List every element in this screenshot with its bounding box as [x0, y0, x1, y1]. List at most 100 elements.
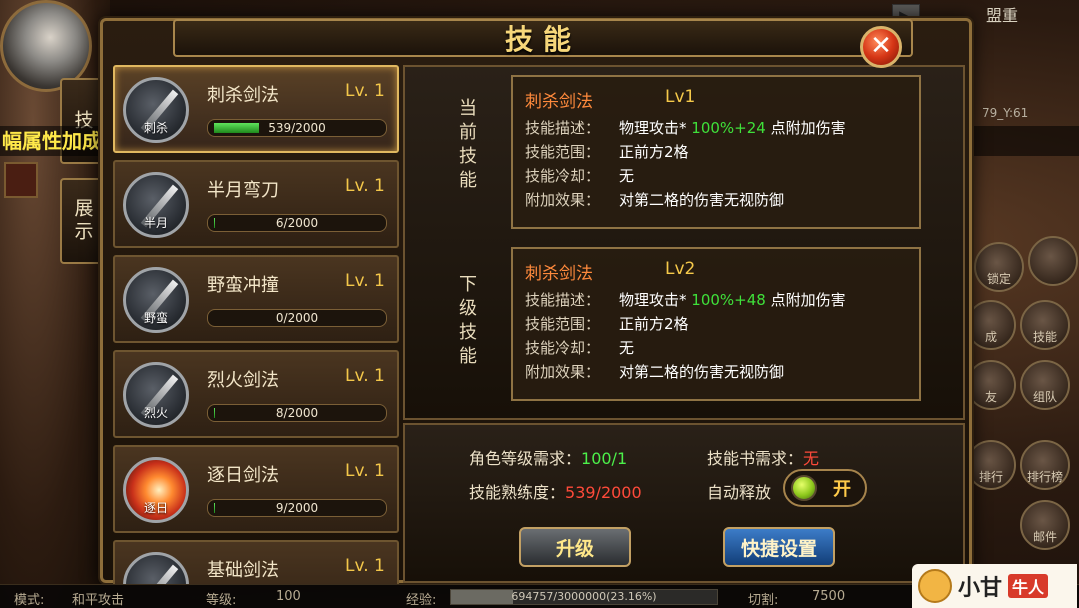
- mastery: 技能熟练度：539/2000: [469, 479, 642, 503]
- buff-icon[interactable]: [4, 162, 38, 198]
- current-skill-level: Lv1: [665, 87, 696, 107]
- skill-progress-bar: 8/2000: [207, 404, 387, 422]
- skill-list-item[interactable]: 半月 半月弯刀 Lv. 1 6/2000: [113, 160, 399, 248]
- team-button[interactable]: 组队: [1020, 360, 1070, 410]
- skill-progress-text: 9/2000: [275, 501, 319, 515]
- title-bar: 技能: [173, 19, 913, 57]
- auto-cast-label: 自动释放: [707, 483, 772, 502]
- status-level-value: 100: [276, 589, 301, 604]
- mode-label: 模式:: [14, 593, 45, 608]
- watermark-brand: 小甘: [958, 576, 1003, 601]
- mail-label: 邮件: [1032, 530, 1057, 544]
- next-skill-level: Lv2: [665, 259, 696, 279]
- mode-value: 和平攻击: [72, 593, 125, 608]
- compass-icon[interactable]: [1028, 236, 1078, 286]
- level-requirement-value: 100/1: [581, 449, 628, 468]
- skill-progress-text: 6/2000: [275, 216, 319, 230]
- current-effect-key: 附加效果：: [525, 191, 601, 209]
- skill-level: Lv. 1: [345, 366, 385, 386]
- map-name: 盟重: [986, 6, 1019, 25]
- skill-list-item[interactable]: 刺杀 刺杀剑法 Lv. 1 539/2000: [113, 65, 399, 153]
- skill-list-item[interactable]: 基础剑法 Lv. 1: [113, 540, 399, 585]
- status-level-label: 等级:: [206, 593, 237, 608]
- upgrade-button[interactable]: 升级: [519, 527, 631, 567]
- skill-level: Lv. 1: [345, 556, 385, 576]
- auto-cast-toggle[interactable]: 开: [783, 469, 867, 507]
- next-effect-key: 附加效果：: [525, 363, 601, 381]
- friends-button[interactable]: 友: [966, 360, 1016, 410]
- level-requirement: 角色等级需求：100/1: [469, 445, 627, 469]
- current-range-key: 技能范围：: [525, 143, 601, 161]
- next-skill-name: 刺杀剑法: [525, 264, 593, 284]
- sword-icon: 半月: [123, 172, 189, 238]
- shortcut-settings-button[interactable]: 快捷设置: [723, 527, 835, 567]
- next-skill-info: 刺杀剑法 Lv2 技能描述： 物理攻击* 100%+48 点附加伤害 技能范围：…: [511, 247, 921, 401]
- skill-icon-caption: 野蛮: [143, 311, 168, 325]
- skill-icon-caption: 烈火: [143, 406, 168, 420]
- watermark-tag: 牛人: [1008, 574, 1049, 598]
- next-desc-post: 点附加伤害: [770, 291, 846, 309]
- mastery-label: 技能熟练度：: [469, 483, 566, 502]
- current-desc-bonus: 100%+24: [691, 119, 766, 137]
- skill-icon-caption: 半月: [143, 216, 168, 230]
- rank-label: 排行: [978, 470, 1003, 484]
- skill-name: 逐日剑法: [207, 465, 279, 486]
- skill-icon-caption: 逐日: [143, 501, 168, 515]
- close-button[interactable]: ✕: [860, 26, 902, 68]
- skill-progress-bar: 539/2000: [207, 119, 387, 137]
- next-cooldown-value: 无: [619, 339, 635, 357]
- skill-name: 烈火剑法: [207, 370, 279, 391]
- window-title: 技能: [504, 23, 581, 56]
- current-effect-value: 对第二格的伤害无视防御: [619, 191, 785, 209]
- skill-progress-text: 539/2000: [268, 121, 326, 135]
- achievement-label: 成: [984, 330, 997, 344]
- next-desc-value: 物理攻击* 100%+48 点附加伤害: [619, 288, 846, 312]
- current-cooldown-key: 技能冷却：: [525, 167, 601, 185]
- sword-icon: [123, 552, 189, 585]
- skill-list-item[interactable]: 逐日 逐日剑法 Lv. 1 9/2000: [113, 445, 399, 533]
- skill-list[interactable]: 刺杀 刺杀剑法 Lv. 1 539/2000 半月 半月弯刀 Lv. 1 6/2000 野蛮 野蛮…: [113, 65, 399, 585]
- next-desc-bonus: 100%+48: [691, 291, 766, 309]
- leaderboard-button[interactable]: 排行榜: [1020, 440, 1070, 490]
- cow-logo-icon: [918, 569, 952, 603]
- exp-text: 694757/3000000(23.16%): [511, 590, 657, 603]
- charge-icon: 野蛮: [123, 267, 189, 333]
- level-requirement-label: 角色等级需求：: [469, 449, 582, 468]
- next-range-value: 正前方2格: [619, 315, 689, 333]
- current-desc-post: 点附加伤害: [770, 119, 846, 137]
- current-range-value: 正前方2格: [619, 143, 689, 161]
- skill-button[interactable]: 技能: [1020, 300, 1070, 350]
- achievement-button[interactable]: 成: [966, 300, 1016, 350]
- next-cooldown-key: 技能冷却：: [525, 339, 601, 357]
- current-skill-info: 刺杀剑法 Lv1 技能描述： 物理攻击* 100%+24 点附加伤害 技能范围：…: [511, 75, 921, 229]
- mail-button[interactable]: 邮件: [1020, 500, 1070, 550]
- lock-target-label: 锁定: [986, 272, 1011, 286]
- map-coordinates: 79_Y:61: [982, 106, 1029, 120]
- skill-level: Lv. 1: [345, 461, 385, 481]
- current-skill-name: 刺杀剑法: [525, 92, 593, 112]
- fire-slash-icon: 逐日: [123, 457, 189, 523]
- next-effect-value: 对第二格的伤害无视防御: [619, 363, 785, 381]
- skill-progress-bar: 0/2000: [207, 309, 387, 327]
- rank-button[interactable]: 排行: [966, 440, 1016, 490]
- skill-list-item[interactable]: 野蛮 野蛮冲撞 Lv. 1 0/2000: [113, 255, 399, 343]
- skill-window: 技能 刺杀 刺杀剑法 Lv. 1 539/2000 半月 半月弯刀 Lv. 1 6/2000 野…: [100, 18, 972, 585]
- skill-progress-text: 0/2000: [275, 311, 319, 325]
- skill-detail-panel: 当前技能 刺杀剑法 Lv1 技能描述： 物理攻击* 100%+24 点附加伤害 …: [403, 65, 965, 420]
- book-requirement-label: 技能书需求：: [707, 449, 804, 468]
- exp-label: 经验:: [406, 593, 437, 608]
- next-range-key: 技能范围：: [525, 315, 601, 333]
- skill-progress-text: 8/2000: [275, 406, 319, 420]
- leaderboard-label: 排行榜: [1026, 470, 1063, 484]
- auto-cast-toggle-label: 开: [833, 479, 851, 500]
- current-skill-label-text: 当前技能: [459, 98, 477, 191]
- watermark-logo: 小甘 牛人: [912, 564, 1077, 608]
- lock-target-button[interactable]: 锁定: [974, 242, 1024, 292]
- current-desc-pre: 物理攻击*: [619, 119, 687, 137]
- book-requirement-value: 无: [803, 449, 820, 468]
- sword-icon: 烈火: [123, 362, 189, 428]
- skill-list-item[interactable]: 烈火 烈火剑法 Lv. 1 8/2000: [113, 350, 399, 438]
- toggle-knob-icon: [791, 475, 817, 501]
- skill-name: 刺杀剑法: [207, 85, 279, 106]
- blade-shape: [140, 564, 179, 585]
